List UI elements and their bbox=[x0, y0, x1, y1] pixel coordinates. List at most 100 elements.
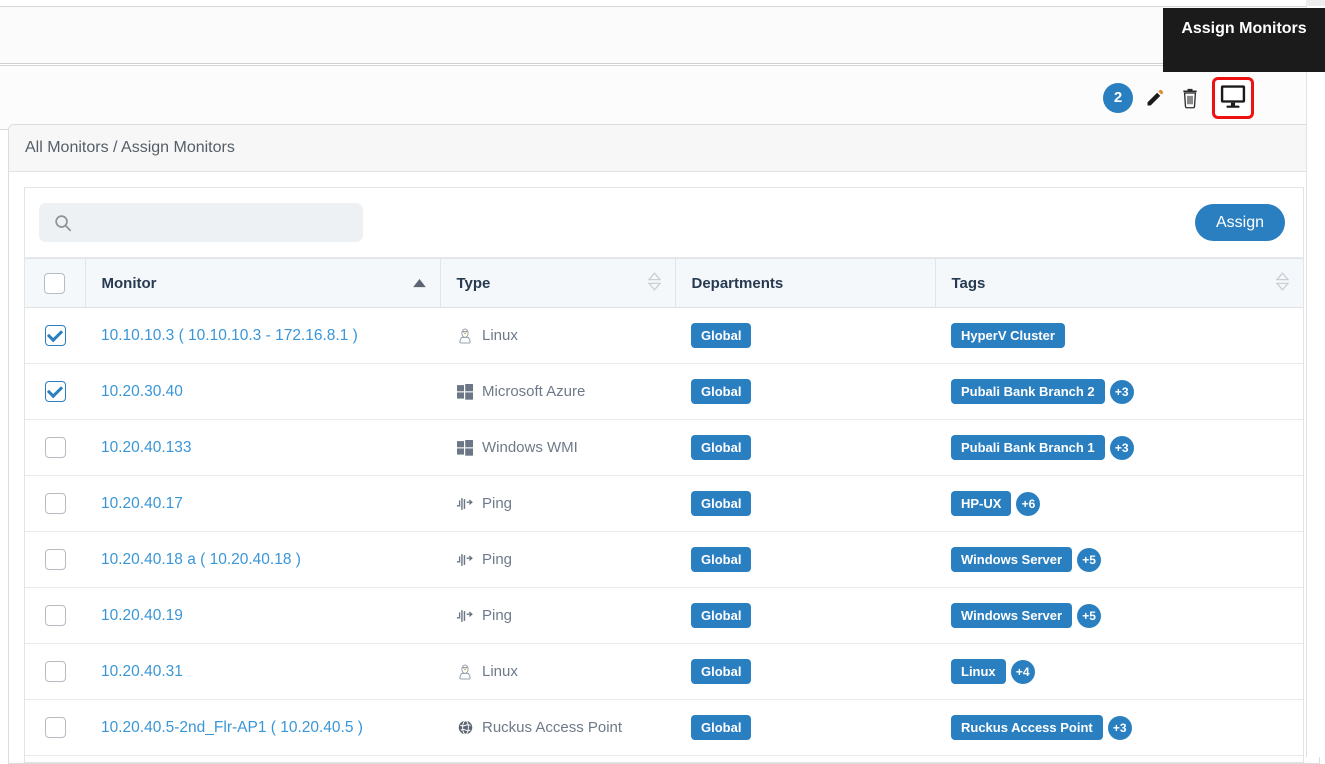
department-badge[interactable]: Global bbox=[691, 603, 752, 628]
tags-overflow-badge[interactable]: +5 bbox=[1077, 603, 1102, 628]
departments-cell: Global bbox=[675, 363, 935, 420]
column-header-type[interactable]: Type bbox=[440, 258, 676, 308]
department-badge[interactable]: Global bbox=[691, 379, 752, 404]
monitor-type-cell: Linux bbox=[440, 307, 675, 364]
tag-badge[interactable]: Pubali Bank Branch 1 bbox=[951, 435, 1105, 460]
column-header-departments[interactable]: Departments bbox=[675, 258, 936, 308]
monitor-type-cell: Ping bbox=[440, 587, 675, 644]
row-select-cell bbox=[25, 531, 85, 588]
assign-monitors-button[interactable] bbox=[1212, 76, 1254, 119]
row-select-checkbox[interactable] bbox=[44, 549, 66, 570]
row-select-checkbox[interactable] bbox=[44, 493, 66, 514]
tag-badge[interactable]: Linux bbox=[951, 659, 1006, 684]
row-select-checkbox[interactable] bbox=[44, 605, 66, 626]
breadcrumb-bar: All Monitors / Assign Monitors bbox=[9, 125, 1319, 172]
breadcrumb: All Monitors / Assign Monitors bbox=[25, 139, 235, 156]
row-select-checkbox[interactable] bbox=[44, 717, 66, 738]
select-all-checkbox[interactable] bbox=[44, 272, 66, 294]
departments-cell: Global bbox=[675, 419, 935, 476]
monitor-type-label: Ping bbox=[482, 495, 513, 512]
sort-ascending-icon[interactable] bbox=[412, 275, 426, 292]
column-label-tags: Tags bbox=[951, 274, 986, 292]
monitor-type-label: Ping bbox=[482, 607, 513, 624]
monitors-table-body: 10.10.10.3 ( 10.10.10.3 - 172.16.8.1 ) Li… bbox=[25, 307, 1303, 756]
assign-button[interactable]: Assign bbox=[1194, 204, 1285, 241]
assign-monitors-tooltip: Assign Monitors bbox=[1163, 8, 1325, 72]
search-input[interactable] bbox=[39, 203, 363, 242]
sort-toggle-icon[interactable] bbox=[647, 271, 661, 295]
departments-cell: Global bbox=[675, 307, 935, 364]
departments-cell: Global bbox=[675, 587, 935, 644]
row-select-cell bbox=[25, 643, 85, 700]
column-header-tags[interactable]: Tags bbox=[935, 258, 1303, 308]
department-badge[interactable]: Global bbox=[691, 435, 752, 460]
tags-overflow-badge[interactable]: +3 bbox=[1109, 379, 1134, 404]
column-header-monitor[interactable]: Monitor bbox=[85, 258, 441, 308]
row-select-cell bbox=[25, 419, 85, 476]
table-row: 10.20.40.133 Windows WMI Global Pubali Bank… bbox=[25, 419, 1303, 476]
departments-cell: Global bbox=[675, 643, 935, 700]
row-select-checkbox[interactable] bbox=[44, 381, 66, 402]
row-select-checkbox[interactable] bbox=[44, 661, 66, 682]
ping-icon bbox=[456, 553, 474, 567]
tag-badge[interactable]: HyperV Cluster bbox=[951, 323, 1065, 348]
row-select-cell bbox=[25, 363, 85, 420]
pencil-icon[interactable] bbox=[1142, 83, 1168, 113]
tags-overflow-badge[interactable]: +4 bbox=[1010, 659, 1035, 684]
department-badge[interactable]: Global bbox=[691, 659, 752, 684]
windows-icon bbox=[456, 383, 474, 400]
table-row: 10.20.40.19 Ping Global Windows Server +5 bbox=[25, 587, 1303, 644]
tags-overflow-badge[interactable]: +5 bbox=[1077, 547, 1102, 572]
monitor-type-label: Linux bbox=[482, 663, 518, 680]
monitor-type-cell: Windows WMI bbox=[440, 419, 675, 476]
monitor-name-cell: 10.20.40.19 bbox=[85, 587, 440, 644]
monitor-link[interactable]: 10.10.10.3 ( 10.10.10.3 - 172.16.8.1 ) bbox=[101, 327, 358, 344]
tags-overflow-badge[interactable]: +3 bbox=[1109, 435, 1134, 460]
table-row: 10.20.40.5-2nd_Flr-AP1 ( 10.20.40.5 ) Ruc… bbox=[25, 699, 1303, 756]
tag-badge[interactable]: Ruckus Access Point bbox=[951, 715, 1103, 740]
monitor-name-cell: 10.20.40.17 bbox=[85, 475, 440, 532]
row-select-checkbox[interactable] bbox=[44, 325, 66, 346]
sort-toggle-icon[interactable] bbox=[1275, 271, 1290, 295]
tags-overflow-badge[interactable]: +6 bbox=[1016, 491, 1041, 516]
monitor-link[interactable]: 10.20.30.40 bbox=[101, 383, 183, 400]
monitor-link[interactable]: 10.20.40.31 bbox=[101, 663, 183, 680]
monitor-type-label: Microsoft Azure bbox=[482, 383, 586, 400]
monitor-type-cell: Ping bbox=[440, 475, 675, 532]
globe-icon bbox=[456, 720, 474, 735]
windows-icon bbox=[456, 439, 474, 456]
tags-cell: HyperV Cluster bbox=[935, 307, 1303, 364]
department-badge[interactable]: Global bbox=[691, 323, 752, 348]
tags-overflow-badge[interactable]: +3 bbox=[1107, 715, 1132, 740]
monitor-link[interactable]: 10.20.40.19 bbox=[101, 607, 183, 624]
department-badge[interactable]: Global bbox=[691, 491, 752, 516]
table-row: 10.20.40.18 a ( 10.20.40.18 ) Ping Global W… bbox=[25, 531, 1303, 588]
assign-monitors-panel: All Monitors / Assign Monitors Assign Mo… bbox=[8, 124, 1320, 764]
tag-badge[interactable]: Windows Server bbox=[951, 603, 1073, 628]
monitor-type-cell: Ping bbox=[440, 531, 675, 588]
tags-cell: Ruckus Access Point +3 bbox=[935, 699, 1303, 756]
tag-badge[interactable]: Pubali Bank Branch 2 bbox=[951, 379, 1105, 404]
row-select-checkbox[interactable] bbox=[44, 437, 66, 458]
tags-cell: HP-UX +6 bbox=[935, 475, 1303, 532]
monitor-link[interactable]: 10.20.40.133 bbox=[101, 439, 192, 456]
tag-badge[interactable]: Windows Server bbox=[951, 547, 1073, 572]
monitor-link[interactable]: 10.20.40.17 bbox=[101, 495, 183, 512]
trash-icon[interactable] bbox=[1177, 83, 1203, 113]
monitor-name-cell: 10.20.40.31 bbox=[85, 643, 440, 700]
page-scrollbar-gutter[interactable] bbox=[1306, 0, 1325, 757]
column-label-type: Type bbox=[456, 274, 491, 292]
monitor-type-label: Ping bbox=[482, 551, 513, 568]
tag-badge[interactable]: HP-UX bbox=[951, 491, 1012, 516]
monitors-table: Monitor Type Departments Tags 10.10.10.3… bbox=[25, 258, 1303, 756]
monitor-link[interactable]: 10.20.40.5-2nd_Flr-AP1 ( 10.20.40.5 ) bbox=[101, 719, 363, 736]
monitor-name-cell: 10.20.40.133 bbox=[85, 419, 440, 476]
monitor-link[interactable]: 10.20.40.18 a ( 10.20.40.18 ) bbox=[101, 551, 301, 568]
ping-icon bbox=[456, 497, 474, 511]
department-badge[interactable]: Global bbox=[691, 547, 752, 572]
table-header-row: Monitor Type Departments Tags bbox=[25, 258, 1303, 308]
monitor-type-label: Linux bbox=[482, 327, 518, 344]
table-row: 10.20.40.17 Ping Global HP-UX +6 bbox=[25, 475, 1303, 532]
tags-cell: Pubali Bank Branch 2 +3 bbox=[935, 363, 1303, 420]
department-badge[interactable]: Global bbox=[691, 715, 752, 740]
